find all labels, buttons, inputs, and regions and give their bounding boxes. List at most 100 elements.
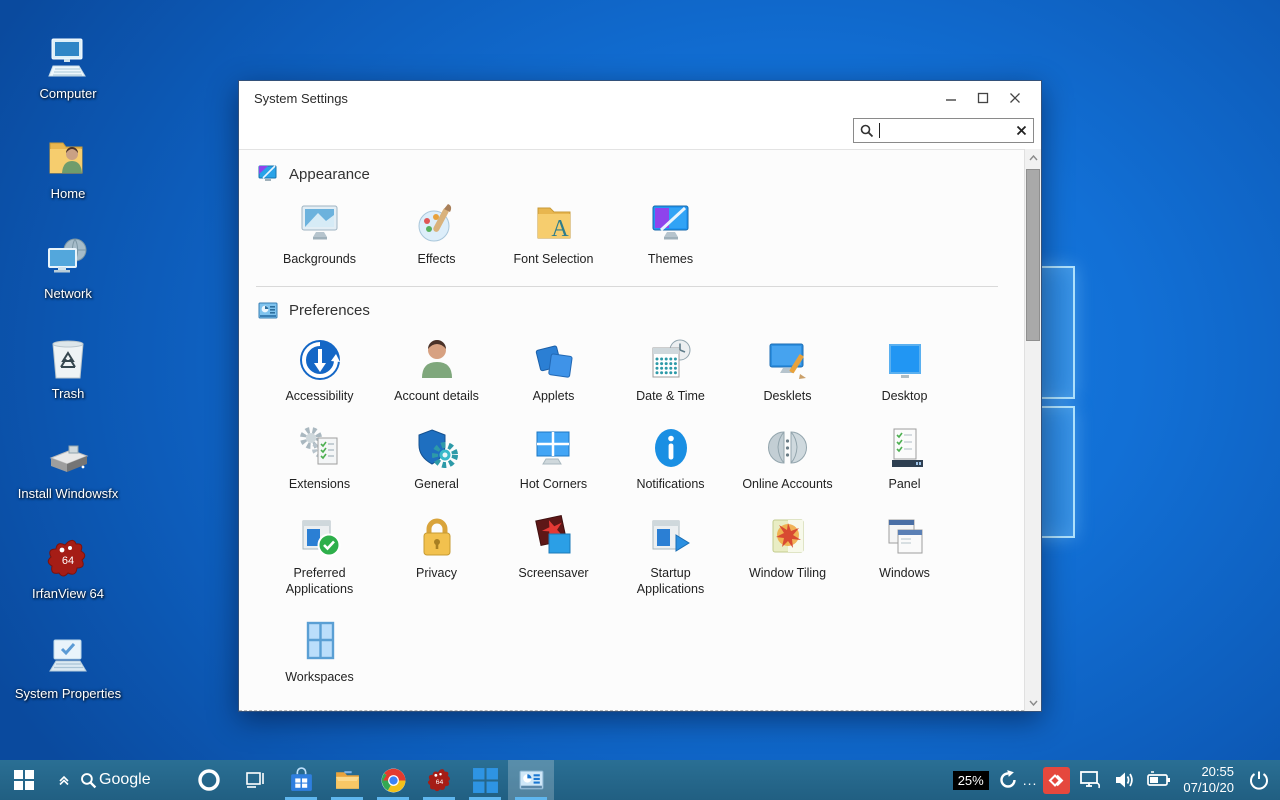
- settings-item-label: Notifications: [636, 477, 704, 493]
- settings-item-workspaces[interactable]: Workspaces: [261, 605, 378, 694]
- task-view-button[interactable]: [232, 760, 278, 800]
- settings-item-themes[interactable]: Themes: [612, 187, 729, 276]
- svg-text:A: A: [551, 216, 569, 242]
- search-icon: [80, 772, 97, 789]
- settings-item-preferred-applications[interactable]: Preferred Applications: [261, 501, 378, 605]
- start-button[interactable]: [0, 760, 48, 800]
- settings-item-windows[interactable]: Windows: [846, 501, 963, 605]
- section-header-preferences: Preferences: [257, 300, 1024, 322]
- scrollbar-thumb[interactable]: [1026, 169, 1040, 341]
- show-hidden-icons-button[interactable]: [48, 760, 80, 800]
- settings-item-screensaver[interactable]: Screensaver: [495, 501, 612, 605]
- irfanview-icon: 64: [45, 536, 91, 582]
- taskbar-pinned-apps: 64: [278, 760, 554, 800]
- anydesk-icon: [1043, 767, 1070, 794]
- privacy-icon: [413, 513, 461, 561]
- taskbar-app-file-explorer[interactable]: [324, 760, 370, 800]
- taskbar-search-button[interactable]: Google: [80, 760, 186, 800]
- battery-tray-icon[interactable]: [1143, 760, 1173, 800]
- settings-item-font-selection[interactable]: AFont Selection: [495, 187, 612, 276]
- minimize-button[interactable]: [935, 85, 967, 111]
- settings-item-label: Hot Corners: [520, 477, 587, 493]
- launcher-ring-button[interactable]: [186, 760, 232, 800]
- chrome-icon: [380, 767, 407, 794]
- taskbar-app-windows-desktop[interactable]: [462, 760, 508, 800]
- settings-panel-icon: [518, 767, 545, 794]
- anydesk-tray-icon[interactable]: [1041, 760, 1071, 800]
- clock-time: 20:55: [1183, 764, 1234, 780]
- settings-item-label: Panel: [889, 477, 921, 493]
- desktop-icon-install-windowsfx[interactable]: Install Windowsfx: [8, 428, 128, 528]
- vertical-scrollbar[interactable]: [1024, 149, 1041, 711]
- network-icon: [45, 236, 91, 282]
- home-icon: [45, 136, 91, 182]
- clock[interactable]: 20:55 07/10/20: [1177, 764, 1240, 797]
- settings-item-label: Desklets: [764, 389, 812, 405]
- settings-item-date-time[interactable]: Date & Time: [612, 324, 729, 413]
- general-icon: [413, 424, 461, 472]
- desktop-icon-home[interactable]: Home: [8, 128, 128, 228]
- settings-item-startup-applications[interactable]: Startup Applications: [612, 501, 729, 605]
- close-button[interactable]: [999, 85, 1031, 111]
- power-button[interactable]: [1244, 760, 1274, 800]
- settings-item-account-details[interactable]: Account details: [378, 324, 495, 413]
- tray-ellipsis[interactable]: ...: [1023, 772, 1038, 788]
- settings-item-desktop[interactable]: Desktop: [846, 324, 963, 413]
- appearance-header-icon: [257, 163, 279, 185]
- store-icon: [288, 767, 315, 794]
- battery-percent-badge[interactable]: 25%: [953, 771, 989, 790]
- date-time-icon: [647, 336, 695, 384]
- task-view-icon: [244, 769, 266, 791]
- sync-tray-icon[interactable]: [993, 760, 1023, 800]
- maximize-button[interactable]: [967, 85, 999, 111]
- font-selection-icon: A: [530, 199, 578, 247]
- taskbar-app-irfanview[interactable]: 64: [416, 760, 462, 800]
- preferences-header-icon: [257, 300, 279, 322]
- panel-icon: [881, 424, 929, 472]
- text-caret: [879, 123, 880, 138]
- startup-applications-icon: [647, 513, 695, 561]
- settings-item-label: Screensaver: [518, 566, 588, 582]
- taskbar-app-chrome[interactable]: [370, 760, 416, 800]
- system-settings-window: System Settings AppearanceBackg: [238, 80, 1042, 712]
- settings-item-panel[interactable]: Panel: [846, 412, 963, 501]
- settings-item-general[interactable]: General: [378, 412, 495, 501]
- settings-item-applets[interactable]: Applets: [495, 324, 612, 413]
- taskbar: Google 64 25% ...: [0, 760, 1280, 800]
- taskbar-app-system-settings[interactable]: [508, 760, 554, 800]
- taskbar-app-microsoft-store[interactable]: [278, 760, 324, 800]
- volume-tray-icon[interactable]: [1109, 760, 1139, 800]
- screensaver-icon: [530, 513, 578, 561]
- settings-item-window-tiling[interactable]: Window Tiling: [729, 501, 846, 605]
- settings-item-privacy[interactable]: Privacy: [378, 501, 495, 605]
- scroll-down-button[interactable]: [1025, 694, 1042, 711]
- computer-icon: [45, 36, 91, 82]
- clear-search-button[interactable]: [1016, 125, 1027, 136]
- clear-icon: [1016, 125, 1027, 136]
- desktop-icon-trash[interactable]: Trash: [8, 328, 128, 428]
- settings-item-label: Themes: [648, 252, 693, 268]
- settings-item-hot-corners[interactable]: Hot Corners: [495, 412, 612, 501]
- desktop-icon-irfanview[interactable]: 64IrfanView 64: [8, 528, 128, 628]
- settings-item-backgrounds[interactable]: Backgrounds: [261, 187, 378, 276]
- settings-item-label: Privacy: [416, 566, 457, 582]
- settings-item-desklets[interactable]: Desklets: [729, 324, 846, 413]
- settings-item-notifications[interactable]: Notifications: [612, 412, 729, 501]
- section-divider: [256, 286, 998, 287]
- search-input[interactable]: [853, 118, 1034, 143]
- settings-item-extensions[interactable]: Extensions: [261, 412, 378, 501]
- window-titlebar[interactable]: System Settings: [239, 81, 1041, 115]
- desktop-icon-computer[interactable]: Computer: [8, 28, 128, 128]
- desktop-icon-system-properties[interactable]: System Properties: [8, 628, 128, 728]
- account-details-icon: [413, 336, 461, 384]
- hot-corners-icon: [530, 424, 578, 472]
- settings-item-effects[interactable]: Effects: [378, 187, 495, 276]
- settings-item-accessibility[interactable]: Accessibility: [261, 324, 378, 413]
- network-tray-icon[interactable]: [1075, 760, 1105, 800]
- desktop-icon-network[interactable]: Network: [8, 228, 128, 328]
- settings-item-label: Date & Time: [636, 389, 705, 405]
- settings-item-online-accounts[interactable]: Online Accounts: [729, 412, 846, 501]
- backgrounds-icon: [296, 199, 344, 247]
- scroll-up-button[interactable]: [1025, 149, 1042, 166]
- network-monitor-icon: [1078, 768, 1102, 792]
